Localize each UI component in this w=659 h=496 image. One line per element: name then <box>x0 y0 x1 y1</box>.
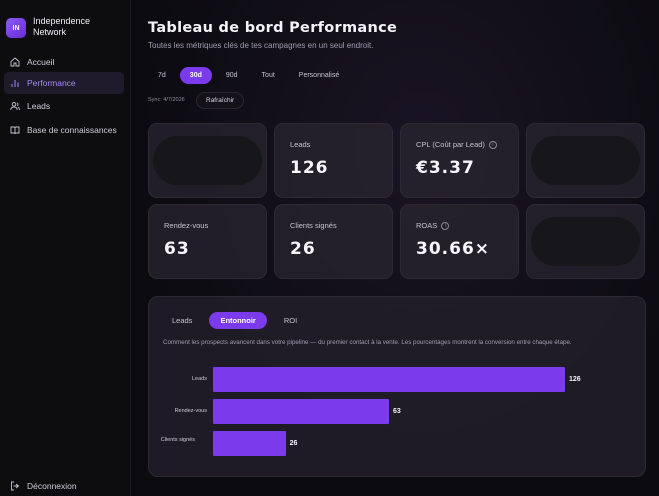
card-value: €3.37 <box>416 158 475 178</box>
brand-logo: IN <box>6 18 26 38</box>
info-icon[interactable]: i <box>441 221 450 230</box>
card-value: 63 <box>164 239 190 259</box>
metric-card-cpl: CPL (Coût par Lead) i €3.37 <box>400 123 519 198</box>
tab-leads[interactable]: Leads <box>161 312 203 329</box>
card-label-text: Rendez-vous <box>164 221 209 230</box>
card-label-text: Leads <box>290 140 311 149</box>
info-icon[interactable]: i <box>488 140 497 149</box>
sidebar-item-label: Accueil <box>27 57 55 67</box>
book-icon <box>10 126 20 135</box>
funnel-description: Comment les prospects avancent dans votr… <box>163 339 572 346</box>
bar-value-label: 26 <box>289 439 298 447</box>
sidebar-item-leads[interactable]: Leads <box>4 95 124 117</box>
tab-entonnoir[interactable]: Entonnoir <box>209 312 267 329</box>
sidebar-item-performance[interactable]: Performance <box>4 72 124 94</box>
tab-roi[interactable]: ROI <box>273 312 308 329</box>
logout-button[interactable]: Déconnexion <box>10 481 77 491</box>
card-placeholder <box>531 217 640 266</box>
range-7d[interactable]: 7d <box>148 67 176 84</box>
metric-card-leads: Leads 126 <box>274 123 393 198</box>
logout-icon <box>11 481 20 491</box>
bar-value-label: 126 <box>569 375 581 383</box>
metric-card-rendez-vous: Rendez-vous 63 <box>148 204 267 279</box>
sidebar-item-label: Leads <box>27 101 51 111</box>
range-30d[interactable]: 30d <box>179 67 212 84</box>
card-label-text: CPL (Coût par Lead) <box>416 140 485 149</box>
card-value: 126 <box>290 158 329 178</box>
main-content: Tableau de bord Performance Toutes les m… <box>132 0 659 496</box>
card-label: Leads <box>290 140 310 149</box>
metric-card-hidden <box>526 123 645 198</box>
range-90d[interactable]: 90d <box>216 67 248 84</box>
bar-value-label: 63 <box>393 407 401 415</box>
card-placeholder <box>531 136 640 185</box>
date-range-selector: 7d 30d 90d Tout Personnalisé <box>148 67 349 84</box>
bar-label: Clients signés <box>160 436 195 443</box>
metric-card-hidden <box>526 204 645 279</box>
home-icon <box>10 57 20 67</box>
card-label: CPL (Coût par Lead) i <box>416 140 497 149</box>
funnel-panel: Leads Entonnoir ROI Comment les prospect… <box>148 296 646 477</box>
logout-label: Déconnexion <box>27 481 77 491</box>
range-tout[interactable]: Tout <box>252 67 285 84</box>
card-label-text: ROAS <box>416 221 438 230</box>
funnel-bar[interactable] <box>213 367 565 392</box>
sidebar-item-label: Performance <box>27 78 76 88</box>
funnel-tabs: Leads Entonnoir ROI <box>161 312 308 329</box>
funnel-bar[interactable] <box>213 431 286 456</box>
card-label: Clients signés <box>290 221 337 230</box>
funnel-bar[interactable] <box>213 399 389 424</box>
metric-card-clients: Clients signés 26 <box>274 204 393 279</box>
brand-name: Independence Network <box>33 16 91 37</box>
bar-chart-icon <box>11 80 19 87</box>
brand[interactable]: IN Independence Network <box>6 16 123 38</box>
metric-card-roas: ROAS i 30.66× <box>400 204 519 279</box>
refresh-button[interactable]: Rafraîchir <box>196 92 245 109</box>
sidebar: IN Independence Network Accueil Performa… <box>0 0 131 496</box>
sidebar-item-base-de-connaissances[interactable]: Base de connaissances <box>4 119 124 141</box>
metric-card-hidden <box>148 123 267 198</box>
sync-status: Sync: 4/7/2026 <box>148 97 185 103</box>
bar-label: Rendez-vous <box>174 408 207 415</box>
page-title: Tableau de bord Performance <box>148 20 398 36</box>
users-icon <box>10 102 20 111</box>
bar-label: Leads <box>192 376 207 383</box>
card-label: ROAS i <box>416 221 450 230</box>
card-value: 30.66× <box>416 239 491 259</box>
sidebar-item-accueil[interactable]: Accueil <box>4 51 124 73</box>
card-placeholder <box>153 136 262 185</box>
card-value: 26 <box>290 239 316 259</box>
range-personnalise[interactable]: Personnalisé <box>289 67 349 84</box>
card-label: Rendez-vous <box>164 221 208 230</box>
page-subtitle: Toutes les métriques clés de tes campagn… <box>148 41 374 50</box>
sidebar-item-label: Base de connaissances <box>27 125 117 135</box>
card-label-text: Clients signés <box>290 221 337 230</box>
